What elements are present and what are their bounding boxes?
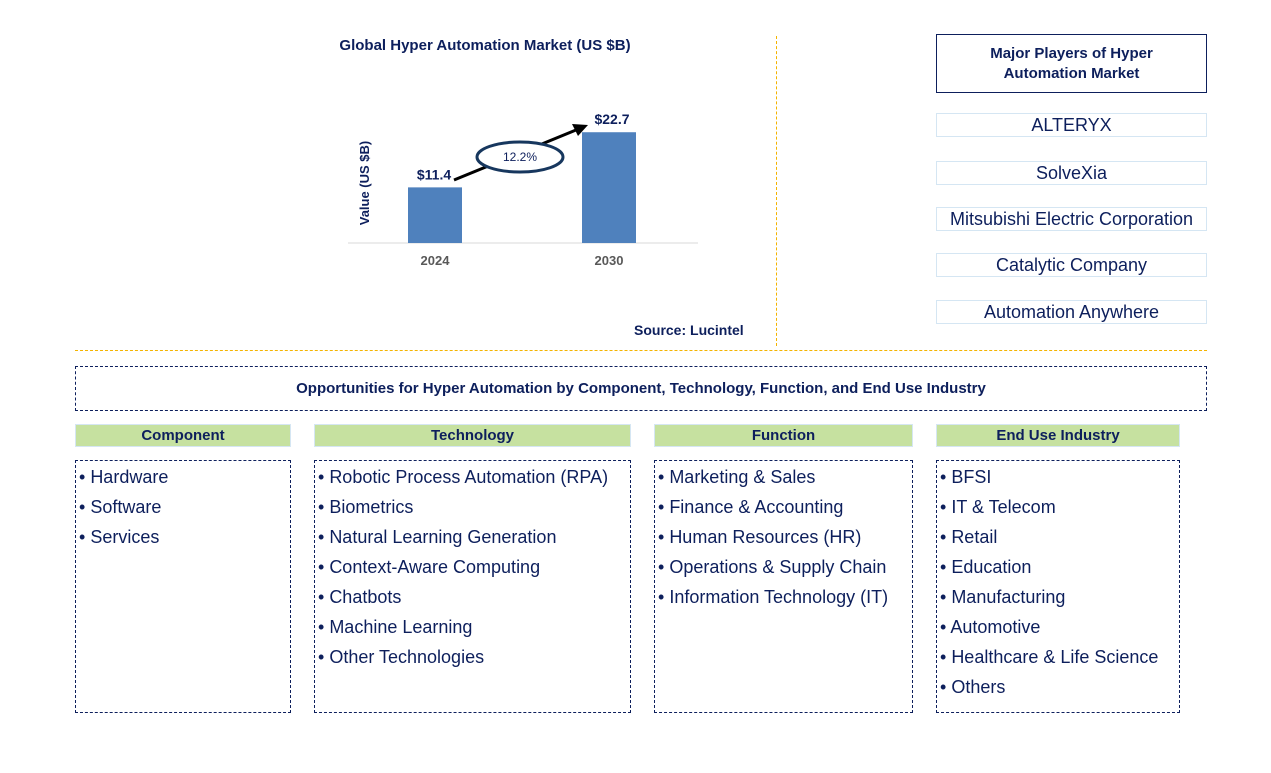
list-item: Operations & Supply Chain [658,552,912,582]
player-box: Catalytic Company [936,253,1207,277]
source-label: Source: Lucintel [634,322,744,338]
list-item: Manufacturing [940,582,1179,612]
list-item: Information Technology (IT) [658,582,912,612]
x-tick-label: 2030 [595,253,624,268]
x-tick-label: 2024 [421,253,451,268]
list-item: Machine Learning [318,612,630,642]
category-list-function: Marketing & Sales Finance & Accounting H… [654,460,913,713]
list-item: Finance & Accounting [658,492,912,522]
list-item: Robotic Process Automation (RPA) [318,462,630,492]
list-item: BFSI [940,462,1179,492]
category-header-component: Component [75,424,291,447]
bar-chart: Value (US $B) $11.4 2024 $22.7 2030 12.2% [348,111,698,268]
data-label: $22.7 [594,111,629,127]
list-item: Hardware [79,462,290,492]
player-box: ALTERYX [936,113,1207,137]
cagr-label: 12.2% [503,150,537,164]
category-header-technology: Technology [314,424,631,447]
list-item: Education [940,552,1179,582]
category-header-end-use-industry: End Use Industry [936,424,1180,447]
list-item: Other Technologies [318,642,630,672]
category-list-technology: Robotic Process Automation (RPA) Biometr… [314,460,631,713]
player-box: Automation Anywhere [936,300,1207,324]
list-item: Services [79,522,290,552]
list-item: Human Resources (HR) [658,522,912,552]
list-item: Context-Aware Computing [318,552,630,582]
opportunities-title: Opportunities for Hyper Automation by Co… [75,366,1207,411]
horizontal-divider [75,350,1207,351]
vertical-divider [776,36,777,346]
player-box: Mitsubishi Electric Corporation [936,207,1207,231]
player-box: SolveXia [936,161,1207,185]
bar-2030 [582,132,636,243]
list-item: Biometrics [318,492,630,522]
chart-title: Global Hyper Automation Market (US $B) [339,37,631,54]
list-item: Marketing & Sales [658,462,912,492]
list-item: Software [79,492,290,522]
list-item: Chatbots [318,582,630,612]
list-item: Natural Learning Generation [318,522,630,552]
list-item: Automotive [940,612,1179,642]
y-axis-label: Value (US $B) [357,141,372,226]
category-list-end-use-industry: BFSI IT & Telecom Retail Education Manuf… [936,460,1180,713]
bar-2024 [408,187,462,243]
category-header-function: Function [654,424,913,447]
list-item: Healthcare & Life Science [940,642,1179,672]
category-list-component: Hardware Software Services [75,460,291,713]
list-item: Retail [940,522,1179,552]
players-header: Major Players of Hyper Automation Market [936,34,1207,93]
list-item: Others [940,672,1179,702]
list-item: IT & Telecom [940,492,1179,522]
data-label: $11.4 [417,166,451,182]
